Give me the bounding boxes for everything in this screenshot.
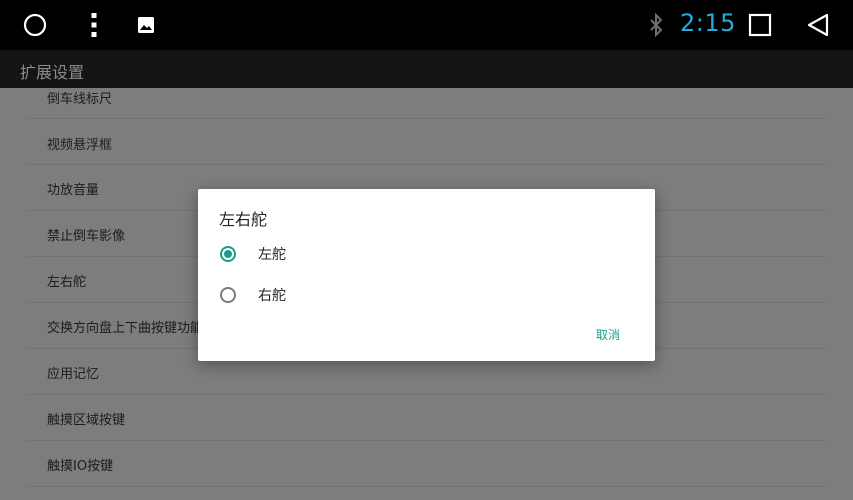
clock: 2:15 — [680, 9, 736, 37]
list-item[interactable]: 倒车线标尺 — [27, 88, 826, 119]
radio-checked-icon[interactable] — [220, 246, 236, 262]
circle-home-icon[interactable] — [22, 0, 48, 50]
more-vert-icon[interactable] — [84, 0, 104, 50]
action-bar: 扩展设置 — [0, 50, 853, 88]
list-item-label: 视频悬浮框 — [47, 138, 113, 153]
dialog-title: 左右舵 — [219, 210, 268, 229]
list-item[interactable]: 触摸区域按键 — [27, 395, 826, 441]
recent-apps-square-icon[interactable] — [747, 0, 773, 50]
list-item[interactable]: 触摸IO按键 — [27, 441, 826, 487]
cancel-button[interactable]: 取消 — [596, 326, 620, 343]
list-item-label: 禁止倒车影像 — [47, 229, 126, 244]
option-right-hand-drive[interactable]: 右舵 — [198, 276, 655, 314]
list-item-label: 交换方向盘上下曲按键功能 — [47, 321, 204, 336]
option-label: 右舵 — [258, 288, 286, 304]
bluetooth-icon — [646, 0, 666, 50]
radio-unchecked-icon[interactable] — [220, 287, 236, 303]
option-left-hand-drive[interactable]: 左舵 — [198, 235, 655, 273]
list-item-label: 功放音量 — [47, 183, 100, 198]
page-title: 扩展设置 — [20, 63, 85, 82]
image-icon — [136, 0, 156, 50]
list-item-label: 左右舵 — [47, 275, 87, 290]
list-item-label: 触摸IO按键 — [47, 459, 114, 474]
list-item-label: 倒车线标尺 — [47, 92, 113, 107]
option-label: 左舵 — [258, 247, 286, 263]
list-item-label: 应用记忆 — [47, 367, 100, 382]
list-item-label: 触摸区域按键 — [47, 413, 126, 428]
back-triangle-icon[interactable] — [805, 0, 831, 50]
steering-side-dialog: 左右舵 左舵 右舵 取消 — [198, 189, 655, 361]
list-item[interactable]: 视频悬浮框 — [27, 119, 826, 165]
status-bar: 2:15 — [0, 0, 853, 50]
